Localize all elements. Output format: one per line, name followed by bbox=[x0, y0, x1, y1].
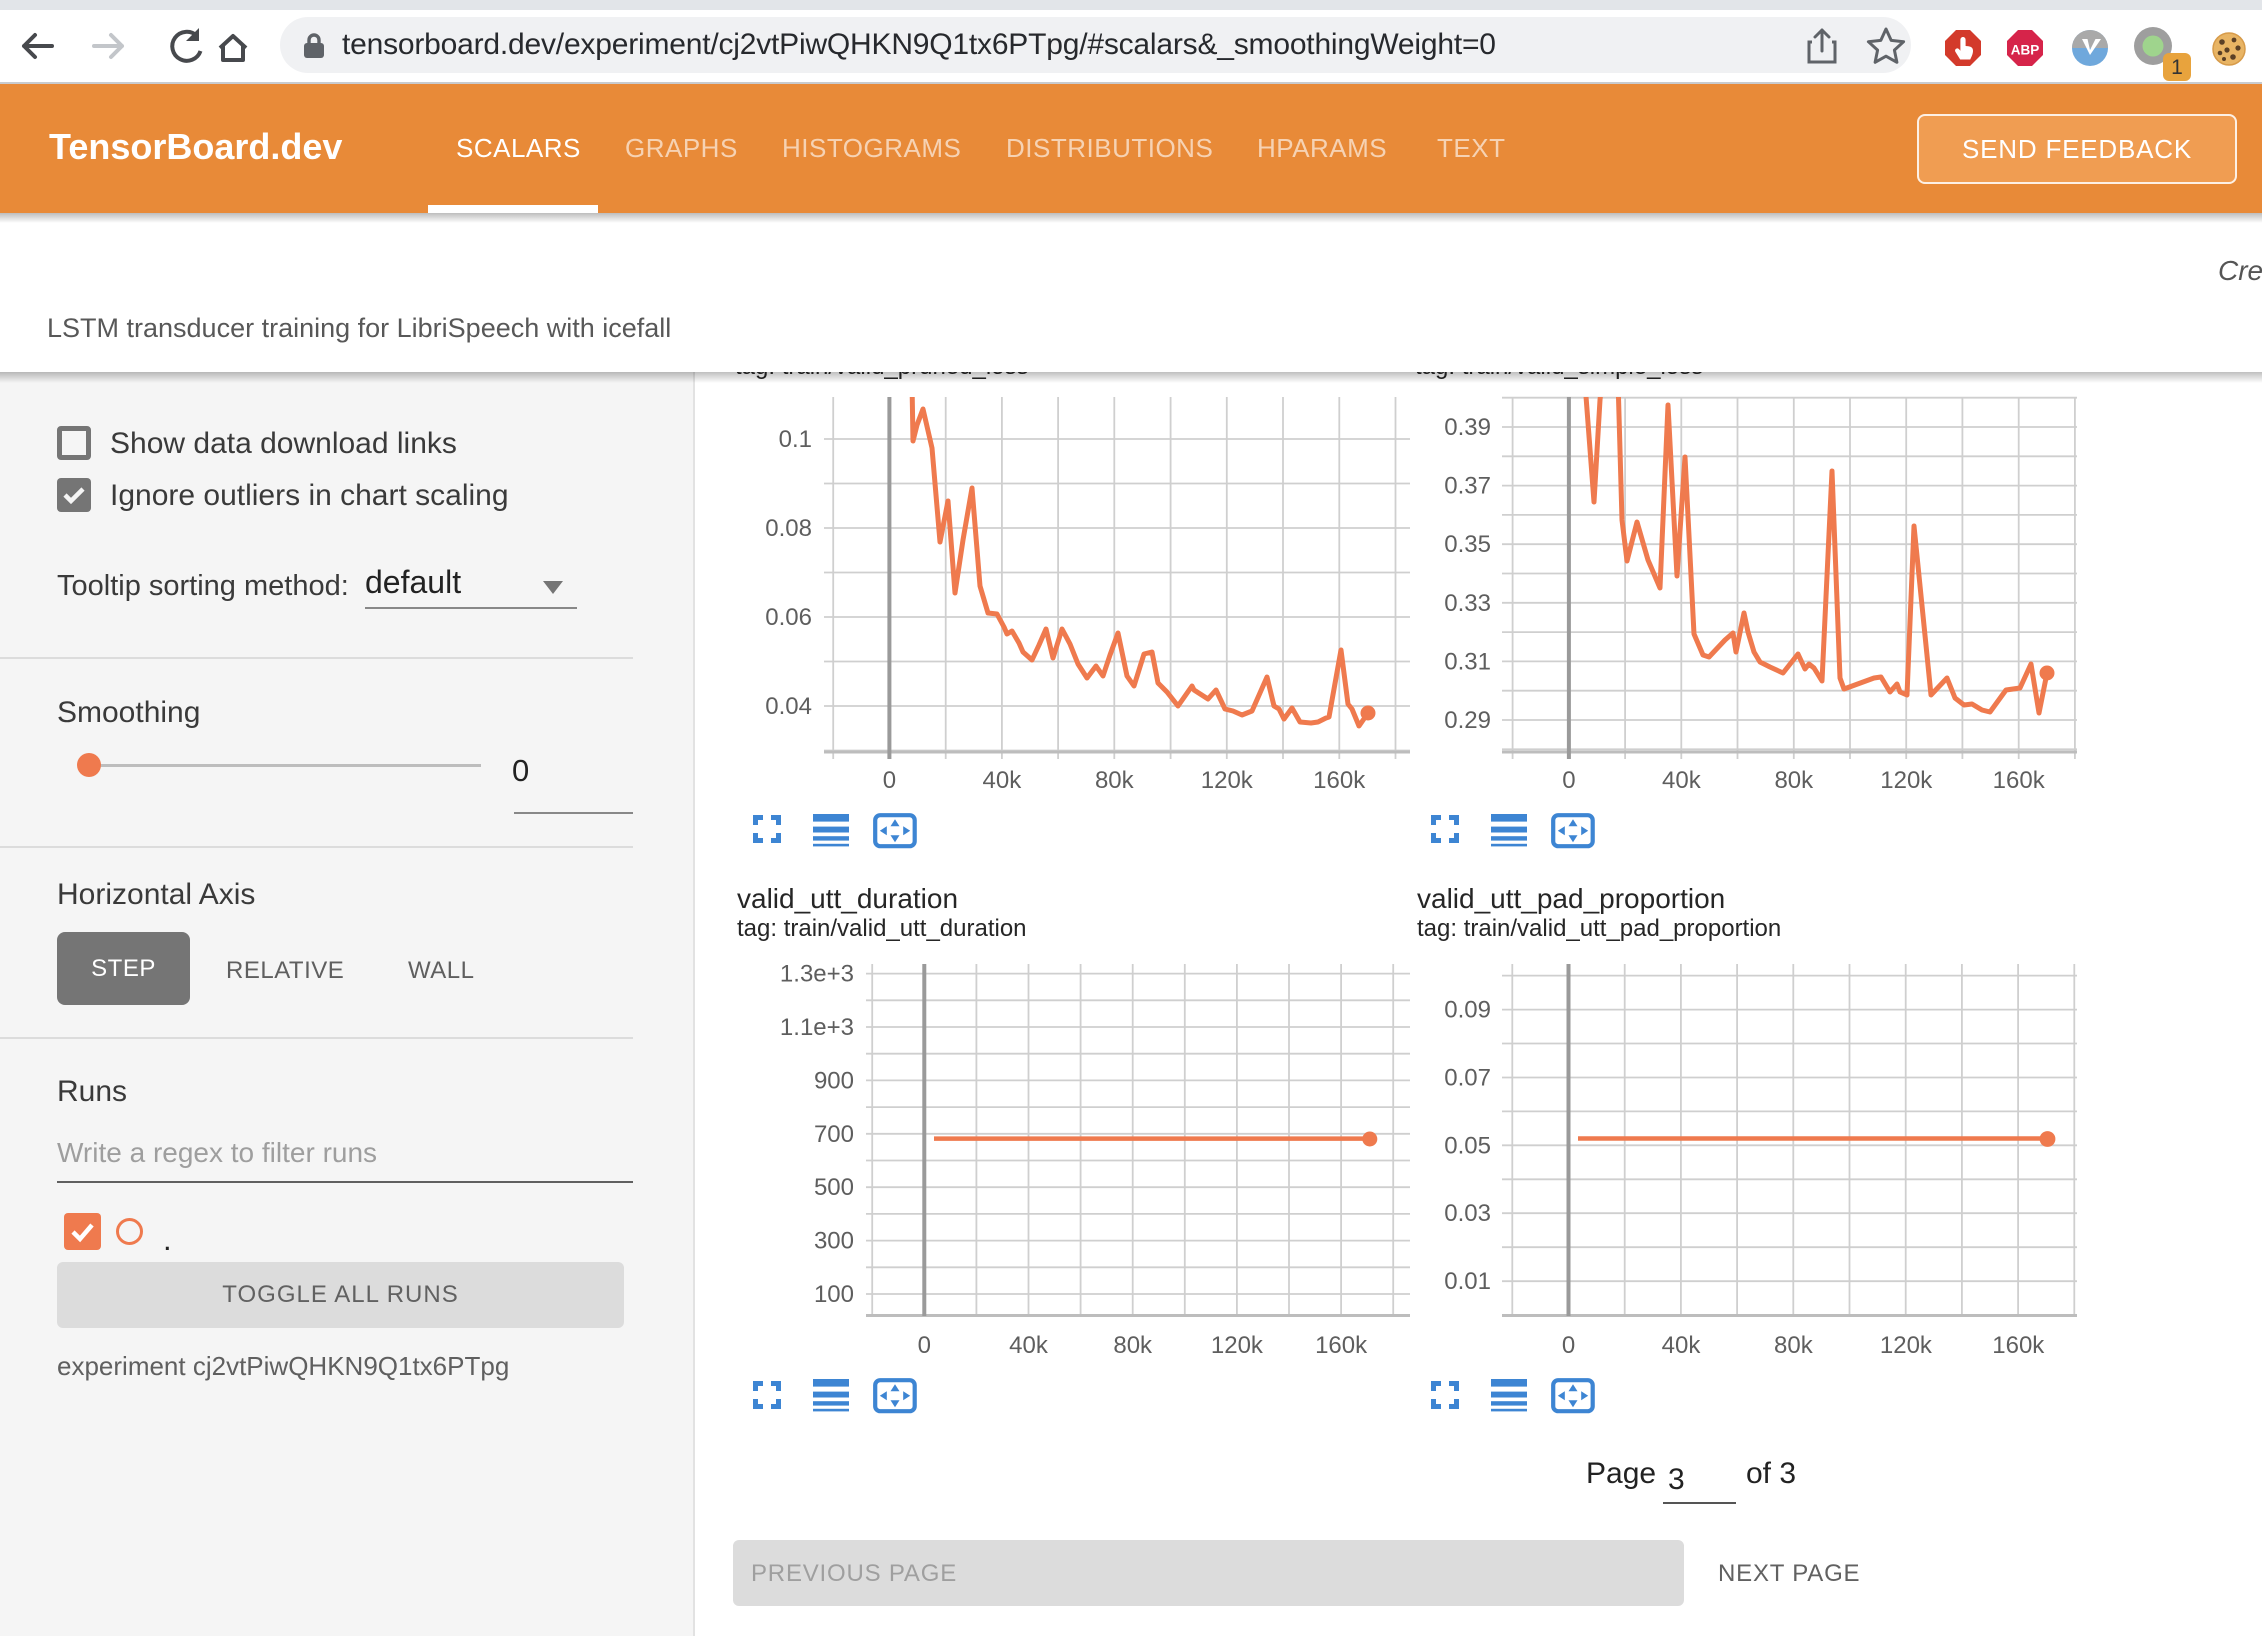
svg-text:100: 100 bbox=[814, 1281, 854, 1308]
svg-text:0.29: 0.29 bbox=[1444, 707, 1491, 734]
svg-text:40k: 40k bbox=[983, 767, 1023, 794]
svg-text:300: 300 bbox=[814, 1228, 854, 1255]
svg-text:40k: 40k bbox=[1662, 1332, 1702, 1359]
svg-text:160k: 160k bbox=[1313, 767, 1366, 794]
svg-text:160k: 160k bbox=[1993, 767, 2046, 794]
svg-text:0.04: 0.04 bbox=[765, 693, 812, 720]
svg-text:0: 0 bbox=[883, 767, 896, 794]
svg-text:valid_utt_duration: valid_utt_duration bbox=[737, 883, 958, 914]
svg-text:80k: 80k bbox=[1774, 1332, 1814, 1359]
svg-text:0: 0 bbox=[1562, 767, 1575, 794]
svg-text:0.33: 0.33 bbox=[1444, 590, 1491, 617]
svg-text:1: 1 bbox=[2171, 56, 2183, 79]
svg-text:0.08: 0.08 bbox=[765, 515, 812, 542]
svg-text:900: 900 bbox=[814, 1067, 854, 1094]
svg-text:0.03: 0.03 bbox=[1444, 1200, 1491, 1227]
svg-text:80k: 80k bbox=[1774, 767, 1814, 794]
svg-text:valid_utt_pad_proportion: valid_utt_pad_proportion bbox=[1417, 883, 1725, 914]
svg-text:0.06: 0.06 bbox=[765, 604, 812, 631]
svg-text:120k: 120k bbox=[1201, 767, 1254, 794]
svg-text:ABP: ABP bbox=[2011, 43, 2040, 58]
svg-text:0.09: 0.09 bbox=[1444, 997, 1491, 1024]
svg-text:0.39: 0.39 bbox=[1444, 414, 1491, 441]
svg-text:160k: 160k bbox=[1315, 1332, 1368, 1359]
svg-text:120k: 120k bbox=[1880, 767, 1933, 794]
svg-text:tag: train/valid_utt_pad_propo: tag: train/valid_utt_pad_proportion bbox=[1417, 915, 1781, 942]
svg-text:80k: 80k bbox=[1113, 1332, 1153, 1359]
svg-text:0: 0 bbox=[1562, 1332, 1575, 1359]
svg-text:80k: 80k bbox=[1095, 767, 1135, 794]
svg-text:0.37: 0.37 bbox=[1444, 473, 1491, 500]
svg-text:0: 0 bbox=[918, 1332, 931, 1359]
svg-text:40k: 40k bbox=[1009, 1332, 1049, 1359]
svg-text:tag: train/valid_utt_duration: tag: train/valid_utt_duration bbox=[737, 915, 1027, 942]
svg-text:40k: 40k bbox=[1662, 767, 1702, 794]
svg-text:0.1: 0.1 bbox=[779, 426, 812, 453]
svg-text:1.3e+3: 1.3e+3 bbox=[780, 961, 854, 988]
svg-text:0.31: 0.31 bbox=[1444, 648, 1491, 675]
svg-text:0.01: 0.01 bbox=[1444, 1268, 1491, 1295]
svg-text:700: 700 bbox=[814, 1121, 854, 1148]
svg-text:120k: 120k bbox=[1880, 1332, 1933, 1359]
svg-text:1.1e+3: 1.1e+3 bbox=[780, 1014, 854, 1041]
svg-text:0.05: 0.05 bbox=[1444, 1132, 1491, 1159]
svg-text:0.07: 0.07 bbox=[1444, 1064, 1491, 1091]
svg-text:500: 500 bbox=[814, 1174, 854, 1201]
svg-text:120k: 120k bbox=[1211, 1332, 1264, 1359]
svg-text:0.35: 0.35 bbox=[1444, 531, 1491, 558]
svg-text:160k: 160k bbox=[1992, 1332, 2045, 1359]
